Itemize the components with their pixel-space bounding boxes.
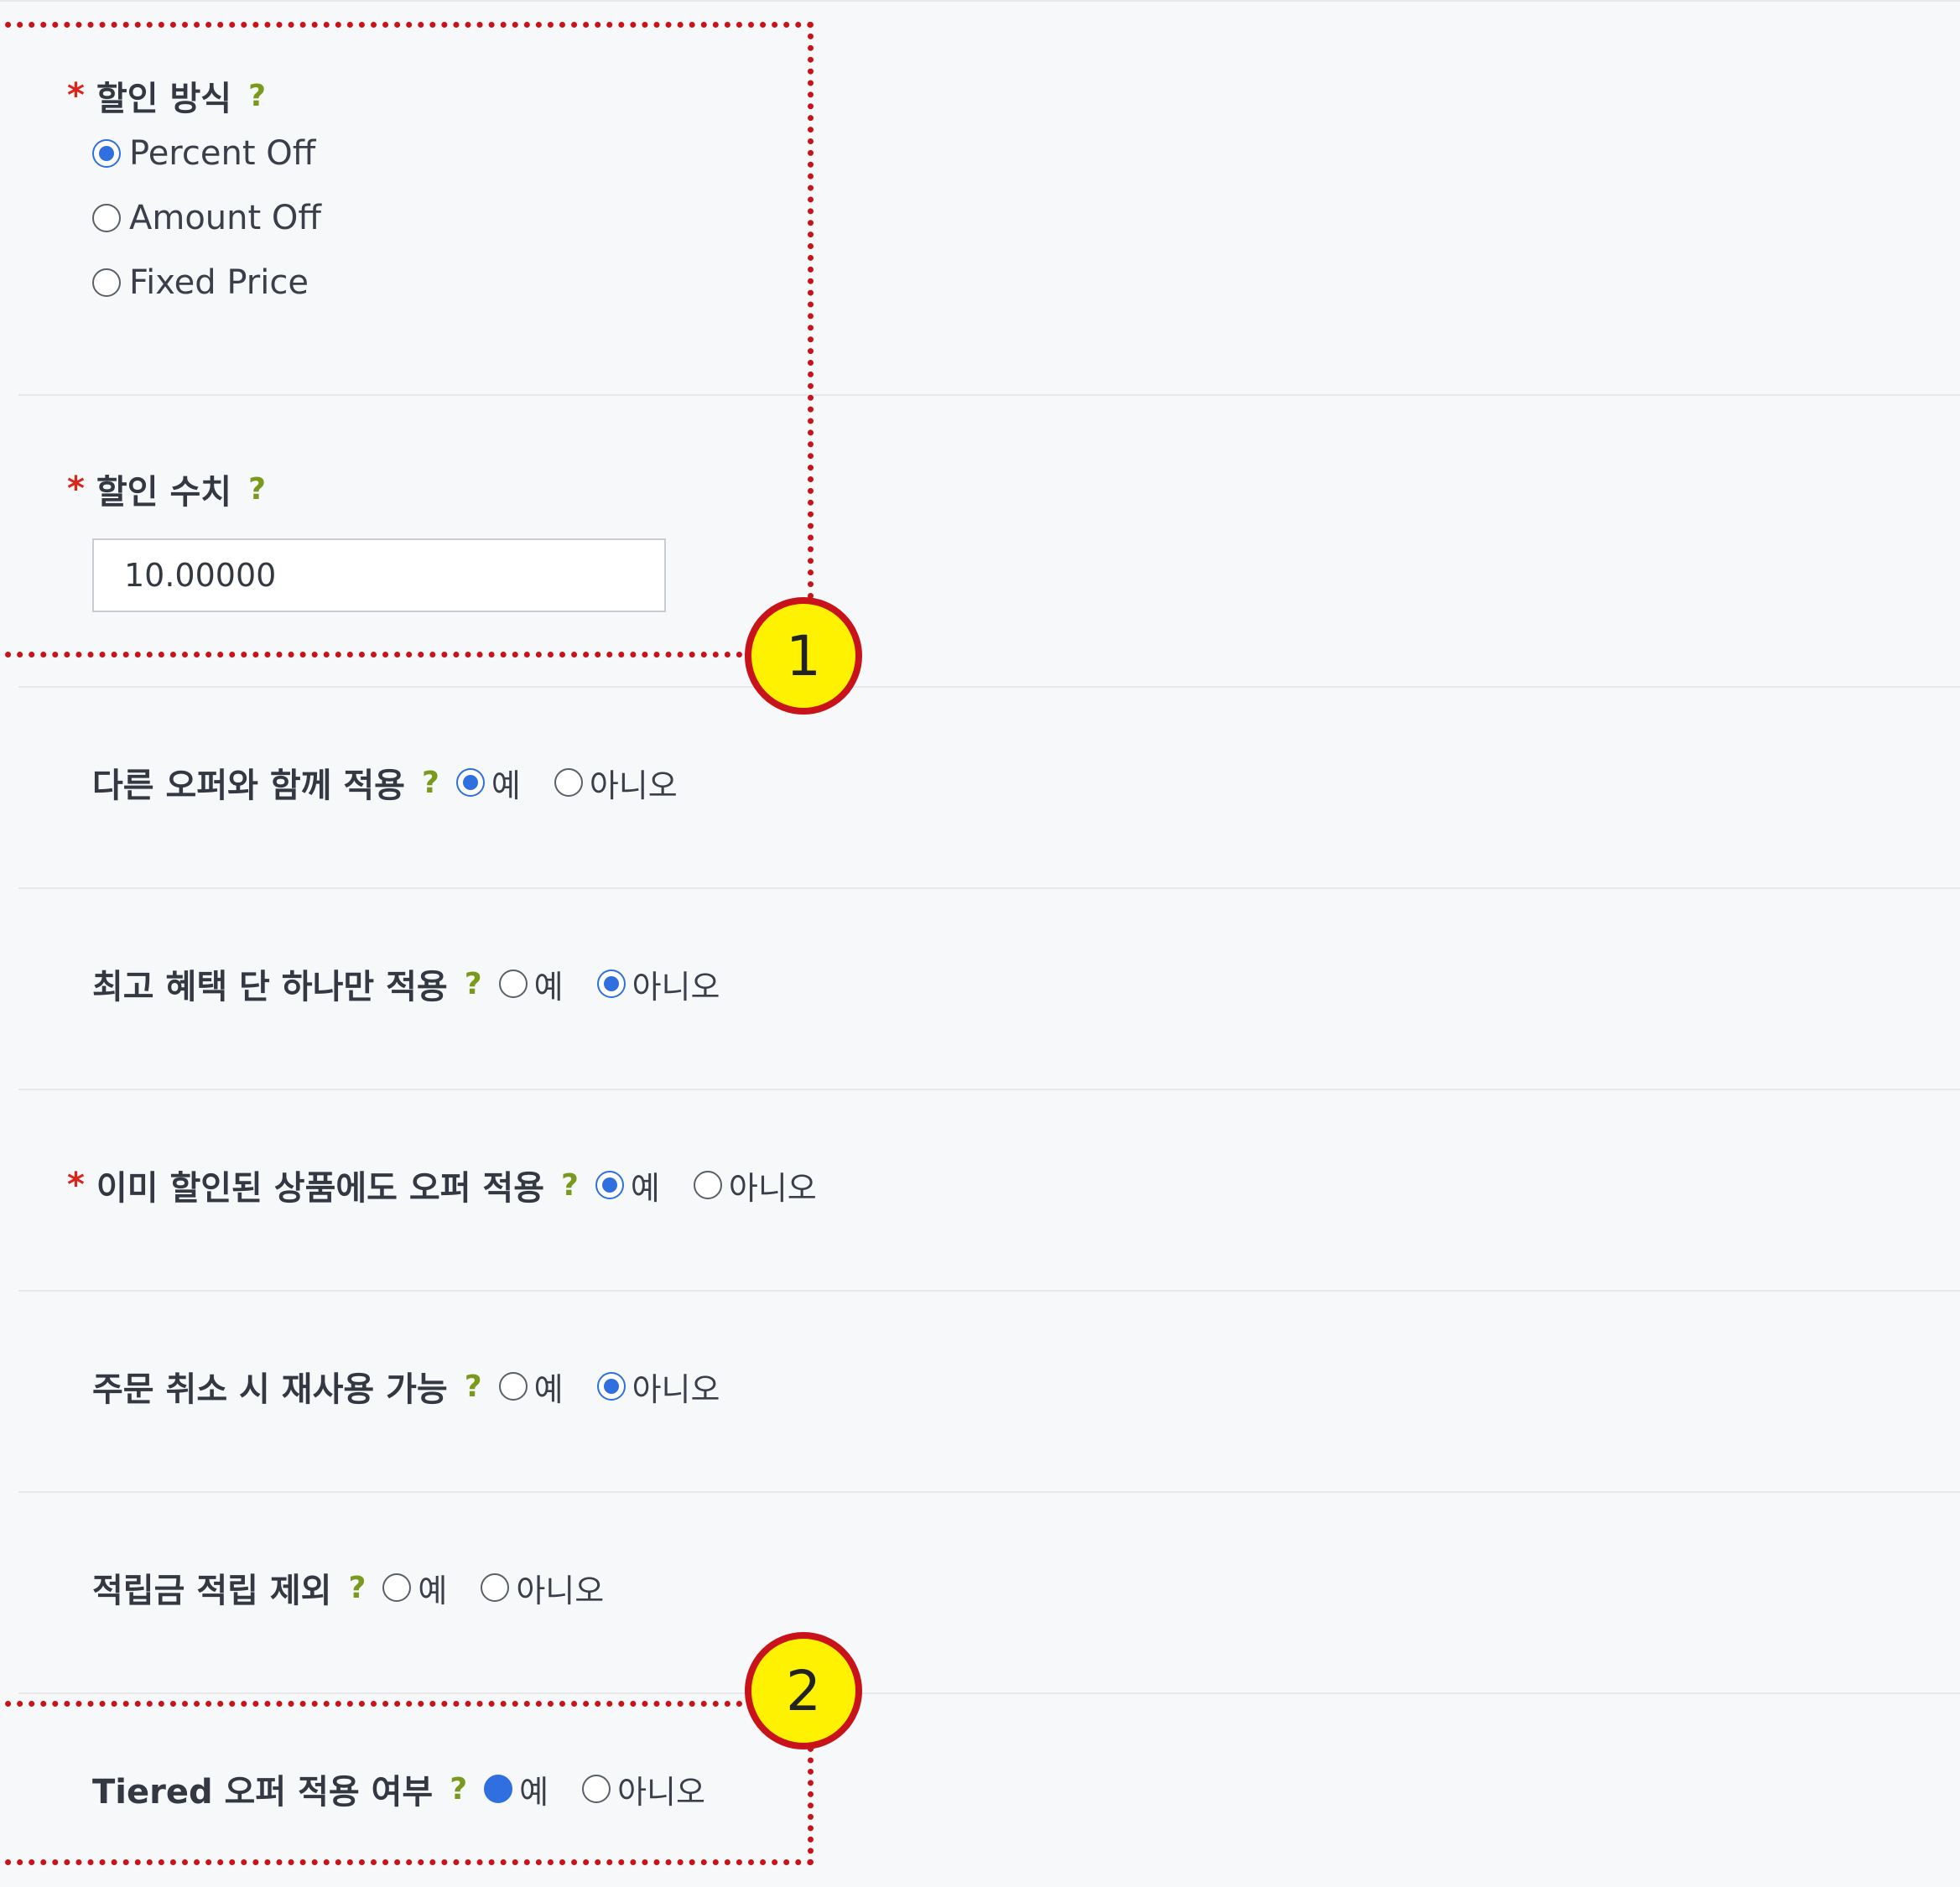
no-label: 아니오 <box>632 1370 720 1408</box>
yes-label: 예 <box>533 968 564 1006</box>
row-divider <box>18 1692 1960 1694</box>
radio-no[interactable]: 아니오 <box>481 1565 604 1611</box>
radio-no[interactable]: 아니오 <box>596 1364 720 1410</box>
radio-checked-icon[interactable] <box>455 768 485 797</box>
radio-no[interactable]: 아니오 <box>596 961 720 1007</box>
radio-yes[interactable]: 예 <box>382 1565 447 1611</box>
help-icon[interactable]: ? <box>348 1571 366 1605</box>
no-label: 아니오 <box>728 1169 817 1207</box>
no-label: 아니오 <box>589 767 678 804</box>
setting-label: 이미 할인된 상품에도 오퍼 적용 <box>96 1169 545 1208</box>
radio-unchecked-icon[interactable] <box>693 1171 722 1199</box>
yes-label: 예 <box>630 1169 660 1207</box>
setting-combine-offers: 다른 오퍼와 함께 적용 ? 예 아니오 <box>92 758 711 807</box>
row-divider <box>18 1089 1960 1090</box>
row-divider <box>18 887 1960 889</box>
row-divider <box>18 1491 1960 1493</box>
yes-label: 예 <box>418 1572 448 1609</box>
help-icon[interactable]: ? <box>561 1168 579 1203</box>
radio-checked-icon[interactable] <box>596 1372 626 1401</box>
setting-label: 최고 혜택 단 하나만 적용 <box>92 968 448 1006</box>
radio-no[interactable]: 아니오 <box>693 1162 817 1209</box>
top-border <box>0 0 1960 2</box>
setting-exclude-points: 적립금 적립 제외 ? 예 아니오 <box>92 1563 637 1612</box>
yes-label: 예 <box>533 1370 564 1408</box>
radio-unchecked-icon[interactable] <box>554 768 583 797</box>
setting-reusable-on-cancel: 주문 취소 시 재사용 가능 ? 예 아니오 <box>92 1362 753 1411</box>
setting-label: 주문 취소 시 재사용 가능 <box>92 1370 448 1409</box>
annotation-badge-2: 2 <box>745 1632 862 1749</box>
radio-yes[interactable]: 예 <box>455 760 521 806</box>
setting-apply-to-discounted: * 이미 할인된 상품에도 오퍼 적용 ? 예 아니오 <box>67 1161 850 1209</box>
radio-checked-icon[interactable] <box>595 1171 624 1199</box>
radio-checked-icon[interactable] <box>596 969 626 998</box>
radio-unchecked-icon[interactable] <box>498 969 528 998</box>
radio-yes[interactable]: 예 <box>595 1162 660 1209</box>
help-icon[interactable]: ? <box>422 766 439 800</box>
row-divider <box>18 686 1960 688</box>
radio-unchecked-icon[interactable] <box>382 1573 412 1602</box>
radio-no[interactable]: 아니오 <box>554 760 678 806</box>
required-mark: * <box>67 1166 85 1204</box>
highlight-box-1 <box>0 22 814 658</box>
setting-label: 다른 오퍼와 함께 적용 <box>92 767 405 805</box>
highlight-box-2 <box>0 1701 814 1865</box>
help-icon[interactable]: ? <box>465 967 482 1001</box>
annotation-badge-1: 1 <box>745 597 862 715</box>
no-label: 아니오 <box>632 968 720 1006</box>
no-label: 아니오 <box>516 1572 605 1609</box>
yes-label: 예 <box>491 767 521 804</box>
setting-best-benefit-only: 최고 혜택 단 하나만 적용 ? 예 아니오 <box>92 959 753 1008</box>
radio-unchecked-icon[interactable] <box>481 1573 510 1602</box>
radio-yes[interactable]: 예 <box>498 1364 564 1410</box>
radio-unchecked-icon[interactable] <box>498 1372 528 1401</box>
radio-yes[interactable]: 예 <box>498 961 564 1007</box>
help-icon[interactable]: ? <box>465 1370 482 1404</box>
setting-label: 적립금 적립 제외 <box>92 1572 332 1610</box>
row-divider <box>18 1290 1960 1292</box>
